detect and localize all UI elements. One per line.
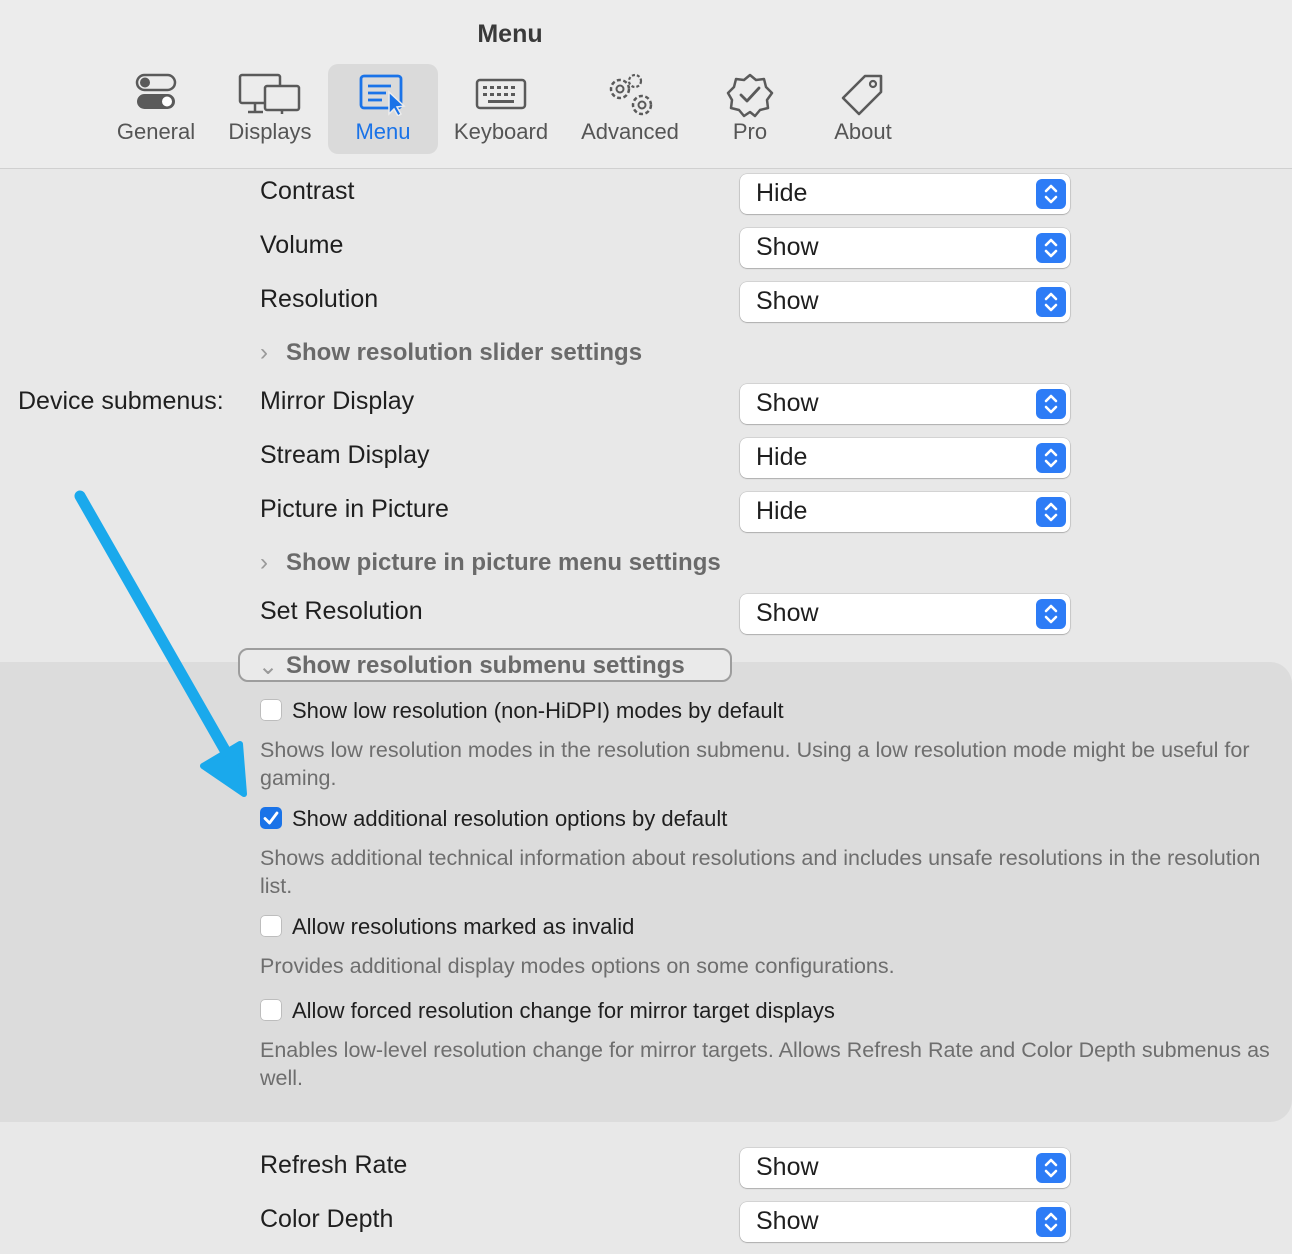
resolution-slider-disclosure-label: Show resolution slider settings	[286, 339, 643, 366]
checkmark-icon	[263, 811, 279, 825]
tab-pro[interactable]: Pro	[706, 64, 794, 154]
mirror-display-popup[interactable]: Show	[740, 384, 1070, 424]
refresh-rate-value: Show	[756, 1153, 819, 1181]
contrast-value: Hide	[756, 179, 808, 207]
tab-advanced-label: Advanced	[581, 119, 679, 144]
picture-in-picture-popup[interactable]: Hide	[740, 492, 1070, 532]
picture-in-picture-label: Picture in Picture	[260, 495, 449, 523]
chevron-updown-icon	[1036, 1207, 1066, 1237]
chevron-updown-icon	[1036, 1153, 1066, 1183]
contrast-label: Contrast	[260, 177, 355, 205]
tab-displays[interactable]: Displays	[220, 64, 320, 154]
tab-keyboard-label: Keyboard	[453, 119, 549, 144]
tab-displays-label: Displays	[228, 119, 312, 144]
displays-icon	[238, 73, 301, 114]
tab-menu-label: Menu	[355, 119, 411, 144]
low-resolution-label: Show low resolution (non-HiDPI) modes by…	[292, 698, 784, 723]
resolution-slider-disclosure[interactable]: › Show resolution slider settings	[260, 339, 642, 367]
chevron-right-icon: ›	[260, 339, 268, 366]
mirror-display-label: Mirror Display	[260, 387, 415, 415]
forced-resolution-description: Enables low-level resolution change for …	[260, 1038, 1270, 1090]
badge-check-icon	[726, 73, 774, 118]
invalid-resolutions-description: Provides additional display modes option…	[260, 954, 895, 978]
set-resolution-value: Show	[756, 599, 819, 627]
menu-settings-content: Contrast Hide Volume Show Resolution Sho…	[0, 169, 1292, 1254]
chevron-updown-icon	[1036, 389, 1066, 419]
additional-resolution-checkbox[interactable]	[260, 807, 282, 829]
chevron-updown-icon	[1036, 443, 1066, 473]
tab-keyboard[interactable]: Keyboard	[446, 64, 556, 154]
stream-display-popup[interactable]: Hide	[740, 438, 1070, 478]
mirror-display-value: Show	[756, 389, 819, 417]
chevron-updown-icon	[1036, 179, 1066, 209]
chevron-updown-icon	[1036, 287, 1066, 317]
forced-resolution-label: Allow forced resolution change for mirro…	[292, 998, 835, 1023]
pip-disclosure-label: Show picture in picture menu settings	[286, 549, 721, 576]
resolution-submenu-disclosure[interactable]: ⌄ Show resolution submenu settings	[238, 648, 732, 682]
resolution-label: Resolution	[260, 285, 379, 313]
set-resolution-popup[interactable]: Show	[740, 594, 1070, 634]
toggles-icon	[135, 73, 177, 109]
contrast-popup[interactable]: Hide	[740, 174, 1070, 214]
tab-about[interactable]: About	[818, 64, 908, 154]
forced-resolution-checkbox[interactable]	[260, 999, 282, 1021]
tab-about-label: About	[834, 119, 892, 144]
tab-general-label: General	[116, 119, 196, 144]
tab-advanced[interactable]: Advanced	[572, 64, 688, 154]
color-depth-label: Color Depth	[260, 1205, 394, 1233]
gears-icon	[609, 73, 653, 116]
refresh-rate-popup[interactable]: Show	[740, 1148, 1070, 1188]
additional-resolution-description: Shows additional technical information a…	[260, 846, 1261, 898]
color-depth-value: Show	[756, 1207, 819, 1235]
invalid-resolutions-label: Allow resolutions marked as invalid	[292, 914, 635, 939]
low-resolution-description: Shows low resolution modes in the resolu…	[260, 738, 1250, 790]
device-submenus-label: Device submenus:	[18, 387, 224, 415]
low-resolution-checkbox[interactable]	[260, 699, 282, 721]
preferences-toolbar: Menu General Displays Menu Keyboard Adva…	[0, 0, 1292, 169]
picture-in-picture-value: Hide	[756, 497, 808, 525]
chevron-down-icon: ⌄	[258, 653, 279, 680]
window-title: Menu	[477, 20, 543, 48]
volume-value: Show	[756, 233, 819, 261]
chevron-updown-icon	[1036, 497, 1066, 527]
color-depth-popup[interactable]: Show	[740, 1202, 1070, 1242]
resolution-value: Show	[756, 287, 819, 315]
resolution-submenu-disclosure-label: Show resolution submenu settings	[286, 652, 685, 679]
tab-menu[interactable]: Menu	[328, 64, 438, 154]
invalid-resolutions-checkbox[interactable]	[260, 915, 282, 937]
stream-display-value: Hide	[756, 443, 808, 471]
refresh-rate-label: Refresh Rate	[260, 1151, 408, 1179]
tab-general[interactable]: General	[108, 64, 204, 154]
set-resolution-label: Set Resolution	[260, 597, 423, 625]
chevron-right-icon: ›	[260, 549, 268, 576]
menu-cursor-icon	[359, 74, 406, 116]
chevron-updown-icon	[1036, 599, 1066, 629]
resolution-popup[interactable]: Show	[740, 282, 1070, 322]
additional-resolution-label: Show additional resolution options by de…	[292, 806, 728, 831]
volume-popup[interactable]: Show	[740, 228, 1070, 268]
volume-label: Volume	[260, 231, 344, 259]
chevron-updown-icon	[1036, 233, 1066, 263]
stream-display-label: Stream Display	[260, 441, 430, 469]
tag-icon	[841, 74, 883, 116]
pip-disclosure[interactable]: › Show picture in picture menu settings	[260, 549, 721, 577]
keyboard-icon	[475, 78, 527, 110]
tab-pro-label: Pro	[732, 119, 768, 144]
